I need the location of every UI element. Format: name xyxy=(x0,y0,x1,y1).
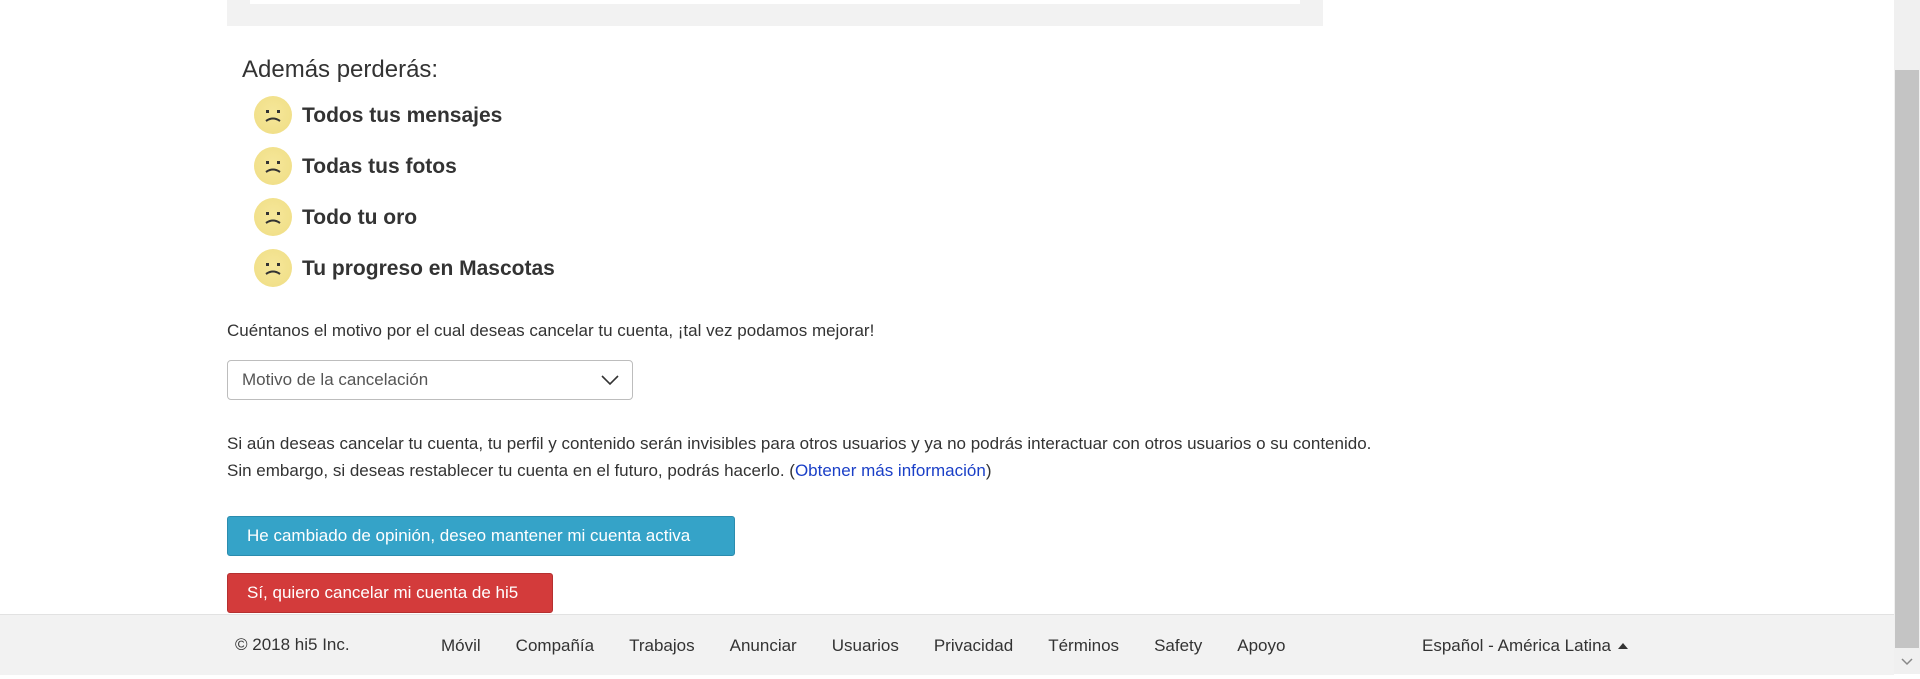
info-text-line1: Si aún deseas cancelar tu cuenta, tu per… xyxy=(227,434,1372,453)
keep-account-button[interactable]: He cambiado de opinión, deseo mantener m… xyxy=(227,516,735,556)
footer-link-privacy[interactable]: Privacidad xyxy=(934,636,1013,656)
language-selector[interactable]: Español - América Latina xyxy=(1422,636,1628,656)
loss-item-label: Todas tus fotos xyxy=(302,154,457,178)
info-text-suffix: ) xyxy=(985,461,992,480)
more-info-link[interactable]: Obtener más información xyxy=(795,461,986,480)
chevron-down-icon xyxy=(601,373,619,392)
reason-select[interactable]: Motivo de la cancelación xyxy=(227,360,633,400)
scroll-down-arrow-icon[interactable] xyxy=(1894,650,1920,674)
loss-item-label: Todo tu oro xyxy=(302,205,418,229)
losses-title: Además perderás: xyxy=(242,56,439,83)
reason-prompt: Cuéntanos el motivo por el cual deseas c… xyxy=(227,321,875,340)
footer-link-mobile[interactable]: Móvil xyxy=(441,636,481,656)
footer-link-users[interactable]: Usuarios xyxy=(832,636,899,656)
footer-link-terms[interactable]: Términos xyxy=(1048,636,1119,656)
footer-link-advertise[interactable]: Anunciar xyxy=(730,636,797,656)
sad-face-icon xyxy=(254,198,292,236)
reason-select-value: Motivo de la cancelación xyxy=(242,370,429,389)
footer-links: Móvil Compañía Trabajos Anunciar Usuario… xyxy=(441,636,1320,656)
footer: © 2018 hi5 Inc. Móvil Compañía Trabajos … xyxy=(0,614,1894,675)
info-text-prefix: Sin embargo, si deseas restablecer tu cu… xyxy=(227,461,795,480)
footer-link-jobs[interactable]: Trabajos xyxy=(629,636,695,656)
footer-link-safety[interactable]: Safety xyxy=(1154,636,1202,656)
loss-item-gold: Todo tu oro xyxy=(254,197,417,237)
footer-link-support[interactable]: Apoyo xyxy=(1237,636,1285,656)
vertical-scrollbar[interactable] xyxy=(1894,0,1920,674)
sad-face-icon xyxy=(254,249,292,287)
previous-section-panel xyxy=(227,0,1323,26)
loss-item-photos: Todas tus fotos xyxy=(254,146,457,186)
loss-item-messages: Todos tus mensajes xyxy=(254,95,502,135)
footer-copyright: © 2018 hi5 Inc. xyxy=(235,635,350,654)
loss-item-label: Todos tus mensajes xyxy=(302,103,503,127)
caret-up-icon xyxy=(1618,643,1628,649)
info-text-line2: Sin embargo, si deseas restablecer tu cu… xyxy=(227,461,991,481)
language-label: Español - América Latina xyxy=(1422,636,1611,655)
sad-face-icon xyxy=(254,96,292,134)
sad-face-icon xyxy=(254,147,292,185)
loss-item-label: Tu progreso en Mascotas xyxy=(302,256,555,280)
scrollbar-thumb[interactable] xyxy=(1895,70,1919,648)
loss-item-pets: Tu progreso en Mascotas xyxy=(254,248,555,288)
footer-link-company[interactable]: Compañía xyxy=(516,636,594,656)
previous-section-inner xyxy=(250,0,1300,4)
cancel-account-button[interactable]: Sí, quiero cancelar mi cuenta de hi5 xyxy=(227,573,553,613)
